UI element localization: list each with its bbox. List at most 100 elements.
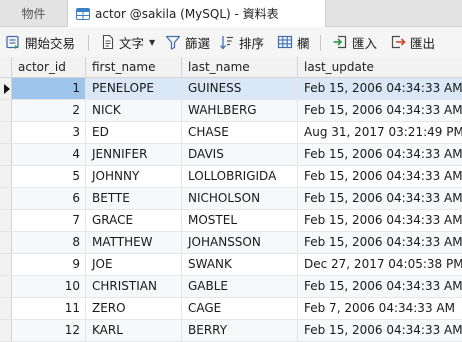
data-grid: actor_id first_name last_name last_updat… [0,57,462,342]
table-row[interactable]: 7 GRACE MOSTEL Feb 15, 2006 04:34:33 AM [0,210,462,232]
sort-icon [220,36,233,50]
table-row[interactable]: 6 BETTE NICHOLSON Feb 15, 2006 04:34:33 … [0,188,462,210]
column-header-actor-id[interactable]: actor_id [12,57,86,77]
cell-actor-id[interactable]: 4 [12,144,86,165]
cell-last-name[interactable]: GABLE [182,276,298,297]
table-row[interactable]: 10 CHRISTIAN GABLE Feb 15, 2006 04:34:33… [0,276,462,298]
row-indicator[interactable] [0,144,12,165]
cell-first-name[interactable]: CHRISTIAN [86,276,182,297]
cell-last-update[interactable]: Feb 15, 2006 04:34:33 AM [298,320,462,341]
begin-transaction-button[interactable]: 開始交易 [5,27,75,57]
row-indicator[interactable] [0,122,12,143]
column-header-last-update[interactable]: last_update [298,57,462,77]
cell-first-name[interactable]: JOE [86,254,182,275]
cell-first-name[interactable]: ZERO [86,298,182,319]
transaction-icon [6,35,19,49]
cell-actor-id[interactable]: 3 [12,122,86,143]
cell-last-name[interactable]: CAGE [182,298,298,319]
cell-actor-id[interactable]: 10 [12,276,86,297]
cell-last-update[interactable]: Feb 15, 2006 04:34:33 AM [298,78,462,99]
grid-header: actor_id first_name last_name last_updat… [0,57,462,78]
cell-last-name[interactable]: BERRY [182,320,298,341]
cell-actor-id[interactable]: 7 [12,210,86,231]
tab-objects-label: 物件 [21,6,46,21]
cell-actor-id[interactable]: 6 [12,188,86,209]
cell-last-name[interactable]: GUINESS [182,78,298,99]
cell-actor-id[interactable]: 1 [12,78,86,99]
export-button[interactable]: 匯出 [390,27,435,57]
tab-objects[interactable]: 物件 [0,0,68,26]
text-button[interactable]: 文字 ▼ [101,27,155,57]
cell-first-name[interactable]: JENNIFER [86,144,182,165]
toolbar: 開始交易 文字 ▼ 篩選 排序 欄 匯入 匯出 [0,27,462,58]
cell-first-name[interactable]: MATTHEW [86,232,182,253]
table-row[interactable]: 2 NICK WAHLBERG Feb 15, 2006 04:34:33 AM [0,100,462,122]
column-header-last-name[interactable]: last_name [182,57,298,77]
cell-last-update[interactable]: Feb 15, 2006 04:34:33 AM [298,144,462,165]
cell-last-update[interactable]: Aug 31, 2017 03:21:49 PM [298,122,462,143]
filter-button[interactable]: 篩選 [165,27,210,57]
row-indicator[interactable] [0,232,12,253]
chevron-down-icon[interactable]: ▼ [149,38,155,47]
columns-icon [277,35,293,49]
row-indicator[interactable] [0,276,12,297]
cell-actor-id[interactable]: 12 [12,320,86,341]
row-indicator[interactable] [0,188,12,209]
row-indicator[interactable] [0,298,12,319]
cell-last-update[interactable]: Dec 27, 2017 04:05:38 PM [298,254,462,275]
table-row[interactable]: 9 JOE SWANK Dec 27, 2017 04:05:38 PM [0,254,462,276]
table-row[interactable]: 8 MATTHEW JOHANSSON Feb 15, 2006 04:34:3… [0,232,462,254]
row-indicator[interactable] [0,210,12,231]
cell-last-name[interactable]: WAHLBERG [182,100,298,121]
cell-last-name[interactable]: CHASE [182,122,298,143]
cell-last-name[interactable]: SWANK [182,254,298,275]
row-pointer-icon [4,84,10,94]
text-icon [102,34,114,50]
sort-button[interactable]: 排序 [219,27,264,57]
columns-label: 欄 [297,35,310,51]
table-row[interactable]: 5 JOHNNY LOLLOBRIGIDA Feb 15, 2006 04:34… [0,166,462,188]
toolbar-divider [88,35,89,51]
cell-actor-id[interactable]: 2 [12,100,86,121]
table-row[interactable]: 1 PENELOPE GUINESS Feb 15, 2006 04:34:33… [0,78,462,100]
cell-first-name[interactable]: KARL [86,320,182,341]
row-indicator-header [0,57,12,77]
table-row[interactable]: 4 JENNIFER DAVIS Feb 15, 2006 04:34:33 A… [0,144,462,166]
tab-actor-table[interactable]: actor @sakila (MySQL) - 資料表 [68,0,326,27]
columns-button[interactable]: 欄 [277,27,310,57]
cell-first-name[interactable]: GRACE [86,210,182,231]
cell-first-name[interactable]: PENELOPE [86,78,182,99]
table-row[interactable]: 3 ED CHASE Aug 31, 2017 03:21:49 PM [0,122,462,144]
cell-first-name[interactable]: BETTE [86,188,182,209]
import-label: 匯入 [352,35,378,51]
cell-actor-id[interactable]: 9 [12,254,86,275]
cell-last-update[interactable]: Feb 15, 2006 04:34:33 AM [298,210,462,231]
export-icon [391,35,406,49]
column-header-first-name[interactable]: first_name [86,57,182,77]
cell-last-name[interactable]: MOSTEL [182,210,298,231]
cell-last-update[interactable]: Feb 15, 2006 04:34:33 AM [298,166,462,187]
cell-last-update[interactable]: Feb 15, 2006 04:34:33 AM [298,232,462,253]
cell-first-name[interactable]: ED [86,122,182,143]
cell-first-name[interactable]: NICK [86,100,182,121]
cell-last-name[interactable]: NICHOLSON [182,188,298,209]
row-indicator[interactable] [0,254,12,275]
row-indicator[interactable] [0,166,12,187]
cell-last-name[interactable]: JOHANSSON [182,232,298,253]
cell-last-name[interactable]: DAVIS [182,144,298,165]
cell-first-name[interactable]: JOHNNY [86,166,182,187]
import-button[interactable]: 匯入 [332,27,377,57]
cell-last-name[interactable]: LOLLOBRIGIDA [182,166,298,187]
row-indicator[interactable] [0,320,12,341]
cell-last-update[interactable]: Feb 7, 2006 04:34:33 AM [298,298,462,319]
cell-last-update[interactable]: Feb 15, 2006 04:34:33 AM [298,276,462,297]
row-indicator[interactable] [0,78,12,99]
cell-actor-id[interactable]: 11 [12,298,86,319]
cell-last-update[interactable]: Feb 15, 2006 04:34:33 AM [298,100,462,121]
row-indicator[interactable] [0,100,12,121]
cell-actor-id[interactable]: 5 [12,166,86,187]
table-row[interactable]: 12 KARL BERRY Feb 15, 2006 04:34:33 AM [0,320,462,342]
cell-actor-id[interactable]: 8 [12,232,86,253]
table-row[interactable]: 11 ZERO CAGE Feb 7, 2006 04:34:33 AM [0,298,462,320]
cell-last-update[interactable]: Feb 15, 2006 04:34:33 AM [298,188,462,209]
